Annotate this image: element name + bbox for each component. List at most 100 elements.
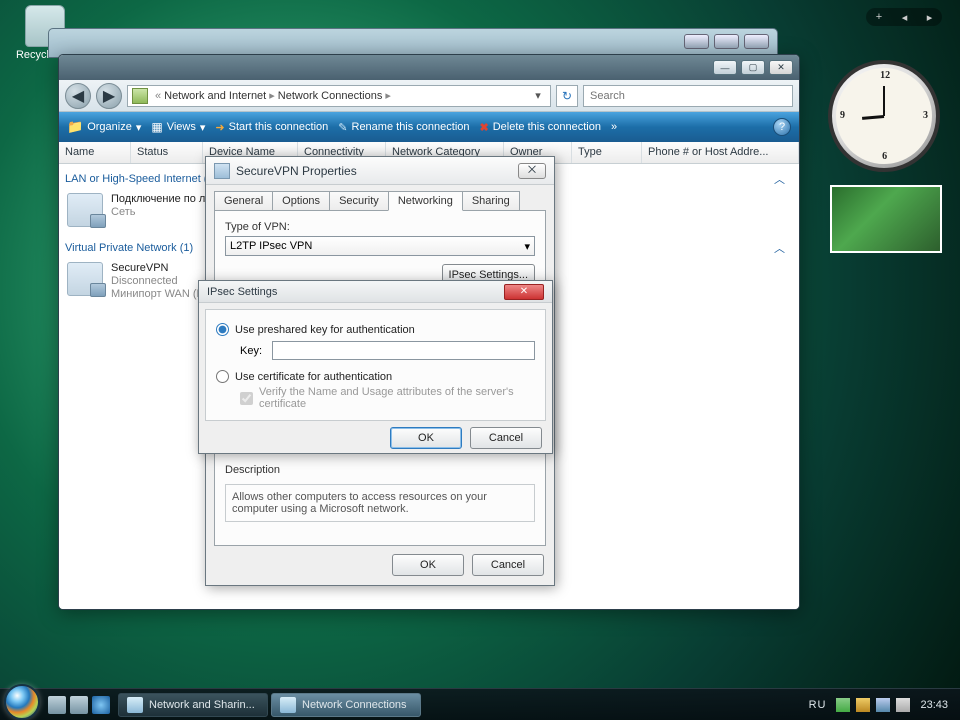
key-label: Key: [240,345,262,357]
ipsec-titlebar[interactable]: IPsec Settings ✕ [199,281,552,303]
cert-radio[interactable] [216,370,229,383]
views-icon [151,120,162,134]
close-button[interactable]: ✕ [504,284,544,300]
start-connection-button[interactable]: Start this connection [215,121,328,134]
network-icon [132,88,148,104]
rename-icon [338,121,347,134]
description-label: Description [225,464,535,476]
dialog-buttons: OK Cancel [206,554,554,586]
tab-general[interactable]: General [214,191,273,210]
task-network-sharing[interactable]: Network and Sharin... [118,693,268,717]
clock-face: 12 3 6 9 [836,68,932,164]
dialog-title: IPsec Settings [207,286,277,298]
ipsec-settings-dialog: IPsec Settings ✕ Use preshared key for a… [198,280,553,454]
tab-security[interactable]: Security [329,191,389,210]
properties-titlebar[interactable]: SecureVPN Properties ⨉ [206,157,554,185]
task-network-connections[interactable]: Network Connections [271,693,421,717]
plus-icon: + [876,11,882,23]
cancel-button[interactable]: Cancel [470,427,542,449]
language-indicator[interactable]: RU [809,699,827,711]
window-icon [127,697,143,713]
maximize-button[interactable]: ▢ [741,60,765,75]
window-icon [280,697,296,713]
psk-radio-row[interactable]: Use preshared key for authentication [216,323,535,336]
views-menu[interactable]: Views▾ [151,120,205,134]
clock-gadget[interactable]: 12 3 6 9 [828,60,940,172]
tray-icon[interactable] [836,698,850,712]
close-button[interactable] [744,34,769,49]
help-button[interactable]: ? [773,118,791,136]
gadget-arrow-right: ▸ [927,11,933,24]
key-row: Key: [240,341,535,360]
folder-icon [67,119,83,135]
chevron-up-icon[interactable]: ︿ [774,171,793,187]
switch-windows-icon[interactable] [70,696,88,714]
cancel-button[interactable]: Cancel [472,554,544,576]
picture-gadget[interactable] [830,185,942,253]
breadcrumb-seg2[interactable]: Network Connections [278,90,383,102]
tray-icon[interactable] [856,698,870,712]
volume-icon[interactable] [896,698,910,712]
toolbar: Organize▾ Views▾ Start this connection R… [59,112,799,142]
dialog-title: SecureVPN Properties [236,164,357,178]
gadget-arrow-left: ◂ [902,11,908,24]
breadcrumb-seg1[interactable]: Network and Internet [164,90,266,102]
vpn-type-select[interactable]: L2TP IPsec VPN ▾ [225,236,535,256]
chevron-up-icon[interactable]: ︿ [774,240,793,256]
chevron-down-icon[interactable]: ▾ [530,89,546,102]
taskbar: Network and Sharin... Network Connection… [0,688,960,720]
key-input[interactable] [272,341,535,360]
col-phone[interactable]: Phone # or Host Addre... [642,142,799,163]
quick-launch [48,696,110,714]
tabs: General Options Security Networking Shar… [206,185,554,210]
forward-button[interactable]: ▶ [96,83,122,109]
chevron-right-icon: ▸ [382,89,394,102]
tab-networking[interactable]: Networking [388,191,463,211]
more-button[interactable] [611,121,617,133]
maximize-button[interactable] [714,34,739,49]
close-button[interactable]: ⨉ [518,163,546,179]
system-tray: RU 23:43 [801,698,956,712]
organize-menu[interactable]: Organize▾ [67,119,141,135]
chevron-right-icon: ▸ [266,89,278,102]
tray-clock[interactable]: 23:43 [920,699,948,711]
psk-radio[interactable] [216,323,229,336]
delete-connection-button[interactable]: Delete this connection [480,121,601,134]
minimize-button[interactable]: — [713,60,737,75]
start-button[interactable] [4,684,40,720]
more-icon [611,121,617,133]
cert-radio-row[interactable]: Use certificate for authentication [216,370,535,383]
breadcrumb[interactable]: « Network and Internet ▸ Network Connect… [127,85,551,107]
description-text: Allows other computers to access resourc… [225,484,535,522]
close-button[interactable]: ✕ [769,60,793,75]
chevron-down-icon: ▾ [200,121,206,134]
ipsec-body: Use preshared key for authentication Key… [205,309,546,421]
vpn-icon [214,163,230,179]
back-button[interactable]: ◀ [65,83,91,109]
search-input[interactable] [583,85,793,107]
breadcrumb-start: « [152,90,164,102]
verify-cert-checkbox [240,392,253,405]
refresh-button[interactable]: ↻ [556,85,578,107]
arrow-icon [215,121,224,134]
chevron-down-icon: ▾ [136,121,142,134]
dialog-buttons: OK Cancel [199,427,552,459]
ok-button[interactable]: OK [392,554,464,576]
lan-icon [67,193,103,227]
col-status[interactable]: Status [131,142,203,163]
delete-icon [480,121,489,134]
verify-cert-row: Verify the Name and Usage attributes of … [240,386,535,410]
show-desktop-icon[interactable] [48,696,66,714]
col-type[interactable]: Type [572,142,642,163]
gadget-add-button[interactable]: + ◂ ▸ [866,8,942,26]
rename-connection-button[interactable]: Rename this connection [338,121,469,134]
tab-sharing[interactable]: Sharing [462,191,520,210]
network-tray-icon[interactable] [876,698,890,712]
col-name[interactable]: Name [59,142,131,163]
titlebar[interactable]: — ▢ ✕ [59,55,799,80]
chevron-down-icon: ▾ [524,240,530,253]
ok-button[interactable]: OK [390,427,462,449]
tab-options[interactable]: Options [272,191,330,210]
minimize-button[interactable] [684,34,709,49]
ie-icon[interactable] [92,696,110,714]
